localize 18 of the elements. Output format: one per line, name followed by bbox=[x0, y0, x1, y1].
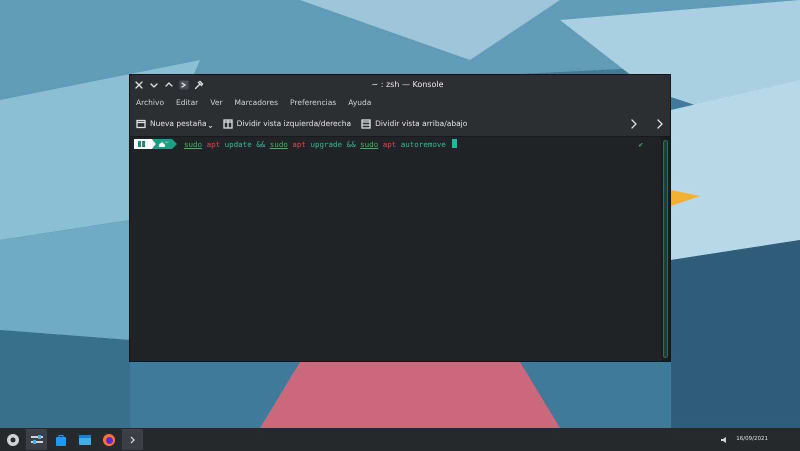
taskbar-button[interactable] bbox=[26, 429, 47, 450]
pin-icon[interactable] bbox=[194, 80, 204, 90]
split-left-right-icon bbox=[222, 118, 233, 128]
maximize-icon[interactable] bbox=[164, 80, 174, 90]
prompt-logo-icon bbox=[134, 139, 178, 149]
split-top-bottom-icon bbox=[361, 118, 372, 128]
globe-icon bbox=[100, 432, 116, 448]
new-tab-icon bbox=[136, 118, 146, 128]
speaker-icon[interactable] bbox=[720, 436, 728, 444]
launcher-icon bbox=[4, 432, 20, 448]
text-cursor bbox=[452, 139, 457, 148]
window-title: ~ : zsh — Konsole bbox=[370, 78, 445, 90]
chevron-right-icon[interactable] bbox=[656, 118, 664, 128]
caret-icon bbox=[208, 125, 213, 130]
close-icon[interactable] bbox=[134, 80, 144, 90]
scrollbar[interactable] bbox=[661, 137, 670, 361]
chevron-right-icon[interactable] bbox=[630, 118, 638, 128]
terminal-icon[interactable] bbox=[179, 80, 189, 90]
